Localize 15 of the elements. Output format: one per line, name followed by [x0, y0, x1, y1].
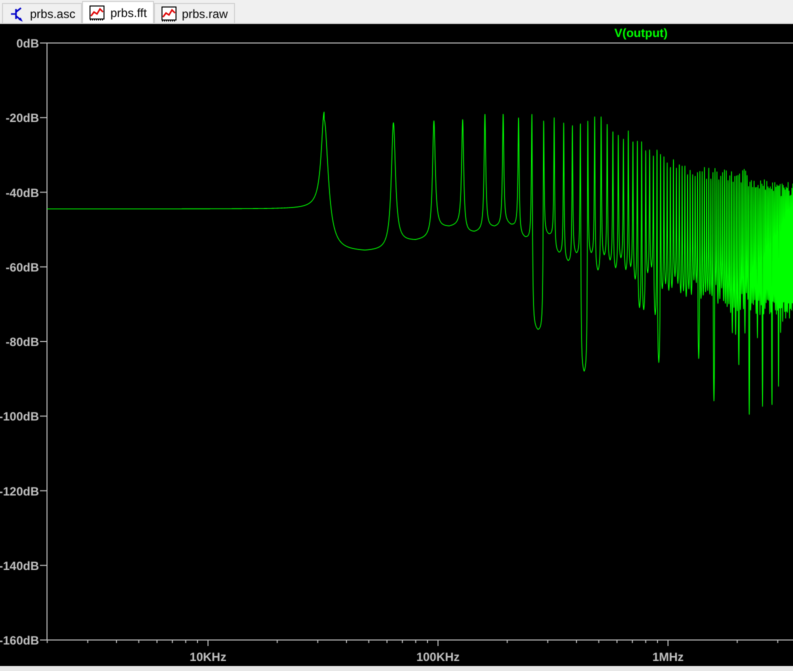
x-axis-label: 1MHz: [652, 640, 684, 664]
trace-label: V(output): [614, 26, 668, 40]
transistor-icon: [9, 6, 25, 22]
file-tab[interactable]: prbs.raw: [154, 3, 235, 23]
file-tab[interactable]: prbs.fft: [82, 1, 154, 23]
y-axis-label: 0dB: [16, 36, 48, 50]
chart-icon: [89, 4, 106, 20]
file-tab[interactable]: prbs.asc: [2, 3, 82, 23]
y-axis-label: -80dB: [6, 335, 48, 349]
chart-icon: [160, 6, 177, 22]
y-axis-label: -20dB: [6, 111, 48, 126]
y-axis-label: -60dB: [6, 260, 48, 274]
y-axis-label: -40dB: [6, 186, 48, 200]
x-axis-label: 10KHz: [190, 640, 226, 664]
x-axis-label: 100KHz: [416, 640, 460, 664]
